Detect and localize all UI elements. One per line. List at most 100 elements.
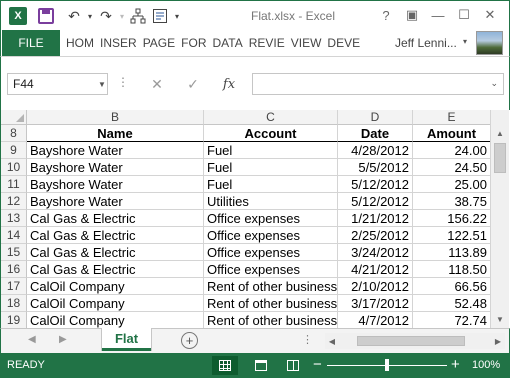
- name-box[interactable]: F44 ▼: [7, 73, 108, 95]
- enter-button[interactable]: ✓: [175, 73, 211, 95]
- column-header-c[interactable]: C: [204, 110, 338, 125]
- column-header-e[interactable]: E: [413, 110, 491, 125]
- cell-d[interactable]: 3/17/2012: [338, 295, 413, 312]
- new-sheet-icon[interactable]: +: [181, 332, 198, 349]
- cell-e[interactable]: 72.74: [413, 312, 491, 329]
- cell-b[interactable]: Cal Gas & Electric: [27, 244, 204, 261]
- cell-d[interactable]: 3/24/2012: [338, 244, 413, 261]
- tab-formulas[interactable]: FOR: [178, 30, 209, 56]
- excel-app-icon[interactable]: X: [7, 6, 29, 26]
- tab-insert[interactable]: INSER: [97, 30, 140, 56]
- help-button[interactable]: ?: [373, 5, 399, 25]
- row-header[interactable]: 17: [1, 278, 27, 295]
- cell-d[interactable]: 4/21/2012: [338, 261, 413, 278]
- zoom-out-button[interactable]: −: [313, 356, 322, 373]
- cancel-entry-button[interactable]: ✕: [139, 73, 175, 95]
- horizontal-scrollbar[interactable]: ◀ ▶: [325, 333, 505, 349]
- minimize-button[interactable]: —: [425, 5, 451, 25]
- undo-dropdown-icon[interactable]: ▾: [85, 6, 95, 26]
- tab-developer[interactable]: DEVE: [324, 30, 363, 56]
- sheet-tab-flat[interactable]: Flat: [102, 328, 151, 351]
- cell-b[interactable]: CalOil Company: [27, 312, 204, 329]
- cell-e[interactable]: 52.48: [413, 295, 491, 312]
- column-header-b[interactable]: B: [27, 110, 204, 125]
- tab-view[interactable]: VIEW: [288, 30, 325, 56]
- cell-b[interactable]: Cal Gas & Electric: [27, 210, 204, 227]
- tab-page-layout[interactable]: PAGE: [140, 30, 178, 56]
- page-layout-view-button[interactable]: [248, 356, 274, 375]
- cell-c[interactable]: Rent of other business: [204, 278, 338, 295]
- cell-c[interactable]: Office expenses: [204, 210, 338, 227]
- tab-data[interactable]: DATA: [210, 30, 246, 56]
- cell-e[interactable]: 156.22: [413, 210, 491, 227]
- cell-b[interactable]: Name: [27, 125, 204, 142]
- row-header[interactable]: 13: [1, 210, 27, 227]
- customize-qat-icon[interactable]: ▾: [171, 6, 183, 26]
- cell-c[interactable]: Fuel: [204, 142, 338, 159]
- row-header[interactable]: 10: [1, 159, 27, 176]
- cell-c[interactable]: Office expenses: [204, 261, 338, 278]
- cell-b[interactable]: Cal Gas & Electric: [27, 227, 204, 244]
- tab-home[interactable]: HOM: [63, 30, 97, 56]
- row-header[interactable]: 9: [1, 142, 27, 159]
- cell-d[interactable]: Date: [338, 125, 413, 142]
- cell-c[interactable]: Utilities: [204, 193, 338, 210]
- save-button[interactable]: [35, 6, 57, 26]
- cell-d[interactable]: 4/7/2012: [338, 312, 413, 329]
- cell-c[interactable]: Fuel: [204, 176, 338, 193]
- row-header[interactable]: 8: [1, 125, 27, 142]
- scroll-right-icon[interactable]: ▶: [491, 333, 505, 349]
- cell-e[interactable]: 66.56: [413, 278, 491, 295]
- cell-e[interactable]: 24.50: [413, 159, 491, 176]
- vertical-scrollbar[interactable]: ▲ ▼: [490, 110, 509, 328]
- cell-c[interactable]: Fuel: [204, 159, 338, 176]
- user-dropdown-icon[interactable]: ▾: [463, 37, 467, 46]
- cell-e[interactable]: 113.89: [413, 244, 491, 261]
- insert-function-button[interactable]: fx: [211, 73, 247, 95]
- cell-d[interactable]: 5/12/2012: [338, 176, 413, 193]
- row-header[interactable]: 19: [1, 312, 27, 329]
- scroll-down-icon[interactable]: ▼: [491, 311, 509, 327]
- page-break-view-button[interactable]: [280, 356, 306, 375]
- row-header[interactable]: 15: [1, 244, 27, 261]
- select-all-button[interactable]: [1, 110, 27, 125]
- tab-file[interactable]: FILE: [2, 30, 60, 56]
- cell-d[interactable]: 2/10/2012: [338, 278, 413, 295]
- tab-split-grip-icon[interactable]: ⋮: [302, 333, 313, 346]
- column-header-d[interactable]: D: [338, 110, 413, 125]
- cell-e[interactable]: 38.75: [413, 193, 491, 210]
- cell-d[interactable]: 5/5/2012: [338, 159, 413, 176]
- tab-review[interactable]: REVIE: [246, 30, 288, 56]
- cell-e[interactable]: 122.51: [413, 227, 491, 244]
- cell-b[interactable]: Bayshore Water: [27, 159, 204, 176]
- cell-c[interactable]: Account: [204, 125, 338, 142]
- horizontal-scroll-thumb[interactable]: [357, 336, 465, 346]
- undo-button[interactable]: ↶: [63, 6, 85, 26]
- cell-c[interactable]: Office expenses: [204, 227, 338, 244]
- name-box-dropdown-icon[interactable]: ▼: [98, 80, 106, 89]
- zoom-level[interactable]: 100%: [472, 359, 500, 371]
- cell-c[interactable]: Office expenses: [204, 244, 338, 261]
- cell-c[interactable]: Rent of other business: [204, 295, 338, 312]
- normal-view-button[interactable]: [212, 356, 238, 375]
- previous-sheet-icon[interactable]: ◀: [28, 334, 36, 345]
- formula-bar-grip-icon[interactable]: ⋮: [117, 75, 129, 89]
- scroll-left-icon[interactable]: ◀: [325, 333, 339, 349]
- cell-b[interactable]: CalOil Company: [27, 295, 204, 312]
- formula-input[interactable]: ⌄: [252, 73, 504, 95]
- form-icon[interactable]: [149, 6, 171, 26]
- scroll-up-icon[interactable]: ▲: [491, 125, 509, 141]
- row-header[interactable]: 11: [1, 176, 27, 193]
- redo-button[interactable]: ↷: [95, 6, 117, 26]
- vertical-scroll-thumb[interactable]: [494, 143, 506, 173]
- worksheet-grid[interactable]: B C D E 8 Name Account Date Amount 9 Bayshore …: [0, 110, 510, 329]
- cell-d[interactable]: 2/25/2012: [338, 227, 413, 244]
- zoom-in-button[interactable]: +: [451, 356, 460, 373]
- zoom-slider-thumb[interactable]: [385, 359, 389, 371]
- cell-b[interactable]: Cal Gas & Electric: [27, 261, 204, 278]
- expand-formula-bar-icon[interactable]: ⌄: [490, 78, 498, 89]
- cell-b[interactable]: Bayshore Water: [27, 193, 204, 210]
- cell-d[interactable]: 4/28/2012: [338, 142, 413, 159]
- cell-d[interactable]: 5/12/2012: [338, 193, 413, 210]
- cell-e[interactable]: Amount: [413, 125, 491, 142]
